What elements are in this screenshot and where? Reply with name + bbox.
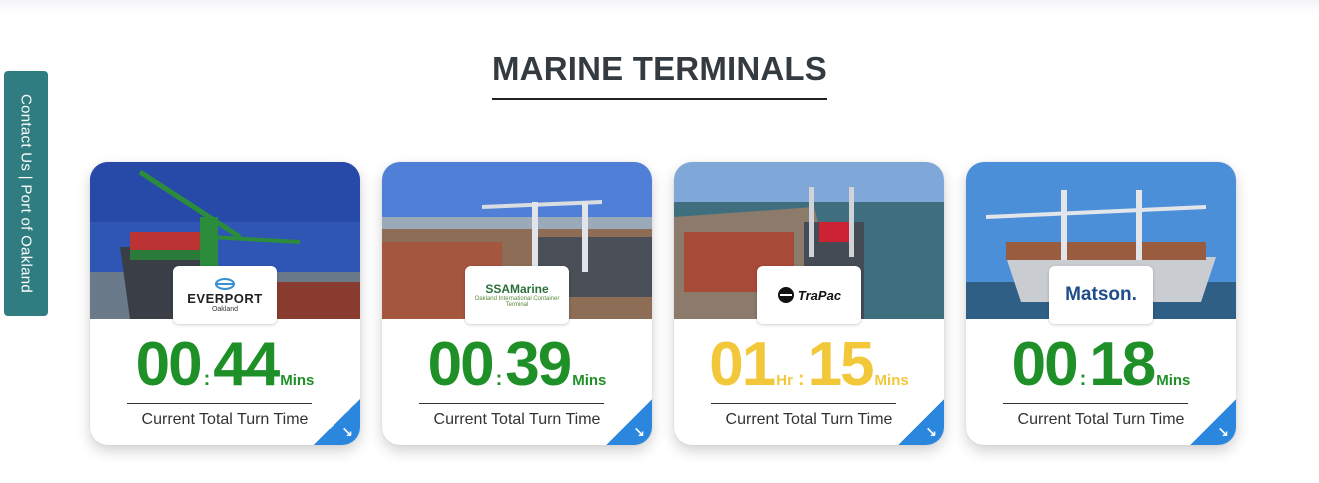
details-corner-button[interactable]: ↘: [1190, 399, 1236, 445]
arrow-down-right-icon: ↘: [341, 424, 353, 440]
turn-time-value: 00 : 18 Mins: [1011, 330, 1191, 399]
turn-time-value: 00 : 44 Mins: [135, 330, 315, 399]
page: Contact Us | Port of Oakland MARINE TERM…: [0, 0, 1319, 483]
trapac-emblem-icon: [777, 287, 794, 303]
time-unit: Mins: [572, 372, 607, 389]
time-minutes: 18: [1089, 330, 1156, 399]
details-corner-button[interactable]: ↘: [314, 399, 360, 445]
time-hours: 01: [709, 330, 776, 399]
logo-subtext: Oakland: [211, 306, 239, 313]
divider: [711, 403, 896, 404]
logo-subtext: Oakland International Container Terminal: [474, 296, 560, 308]
divider: [1003, 403, 1188, 404]
time-minutes: 39: [505, 330, 572, 399]
time-hours: 00: [1011, 330, 1079, 399]
logo-text: Matson.: [1065, 284, 1137, 305]
everport-logo: EVERPORT Oakland: [173, 266, 277, 324]
arrow-down-right-icon: ↘: [925, 424, 937, 440]
logo-text: SSAMarine: [485, 282, 549, 296]
divider: [127, 403, 312, 404]
arrow-down-right-icon: ↘: [633, 424, 645, 440]
trapac-logo: TraPac: [757, 266, 861, 324]
time-hour-unit: Hr: [776, 372, 793, 389]
matson-logo: Matson.: [1049, 266, 1153, 324]
section-header: MARINE TERMINALS: [0, 50, 1319, 100]
turn-time-value: 01 Hr : 15 Mins: [709, 330, 909, 399]
turn-time-value: 00 : 39 Mins: [427, 330, 607, 399]
divider: [419, 403, 604, 404]
time-unit: Mins: [1156, 372, 1191, 389]
time-hours: 00: [135, 330, 203, 399]
logo-text: EVERPORT: [187, 291, 263, 306]
page-title: MARINE TERMINALS: [491, 50, 828, 100]
everport-emblem-icon: [215, 278, 235, 290]
time-minutes: 15: [807, 330, 875, 399]
details-corner-button[interactable]: ↘: [898, 399, 944, 445]
terminal-card-everport[interactable]: EVERPORT Oakland 00 : 44 Mins Current To…: [90, 162, 360, 445]
side-tab-label: Contact Us | Port of Oakland: [17, 93, 35, 294]
ssa-marine-logo: SSAMarine Oakland International Containe…: [465, 266, 569, 324]
time-unit: Mins: [874, 372, 909, 389]
details-corner-button[interactable]: ↘: [606, 399, 652, 445]
time-unit: Mins: [280, 372, 315, 389]
terminal-card-matson[interactable]: Matson. 00 : 18 Mins Current Total Turn …: [966, 162, 1236, 445]
arrow-down-right-icon: ↘: [1217, 424, 1229, 440]
terminal-card-trapac[interactable]: TraPac 01 Hr : 15 Mins Current Total Tur…: [674, 162, 944, 445]
logo-text: TraPac: [797, 287, 842, 303]
terminal-card-ssa-marine[interactable]: SSAMarine Oakland International Containe…: [382, 162, 652, 445]
time-minutes: 44: [213, 330, 280, 399]
time-hours: 00: [427, 330, 495, 399]
contact-us-side-tab[interactable]: Contact Us | Port of Oakland: [4, 71, 48, 316]
